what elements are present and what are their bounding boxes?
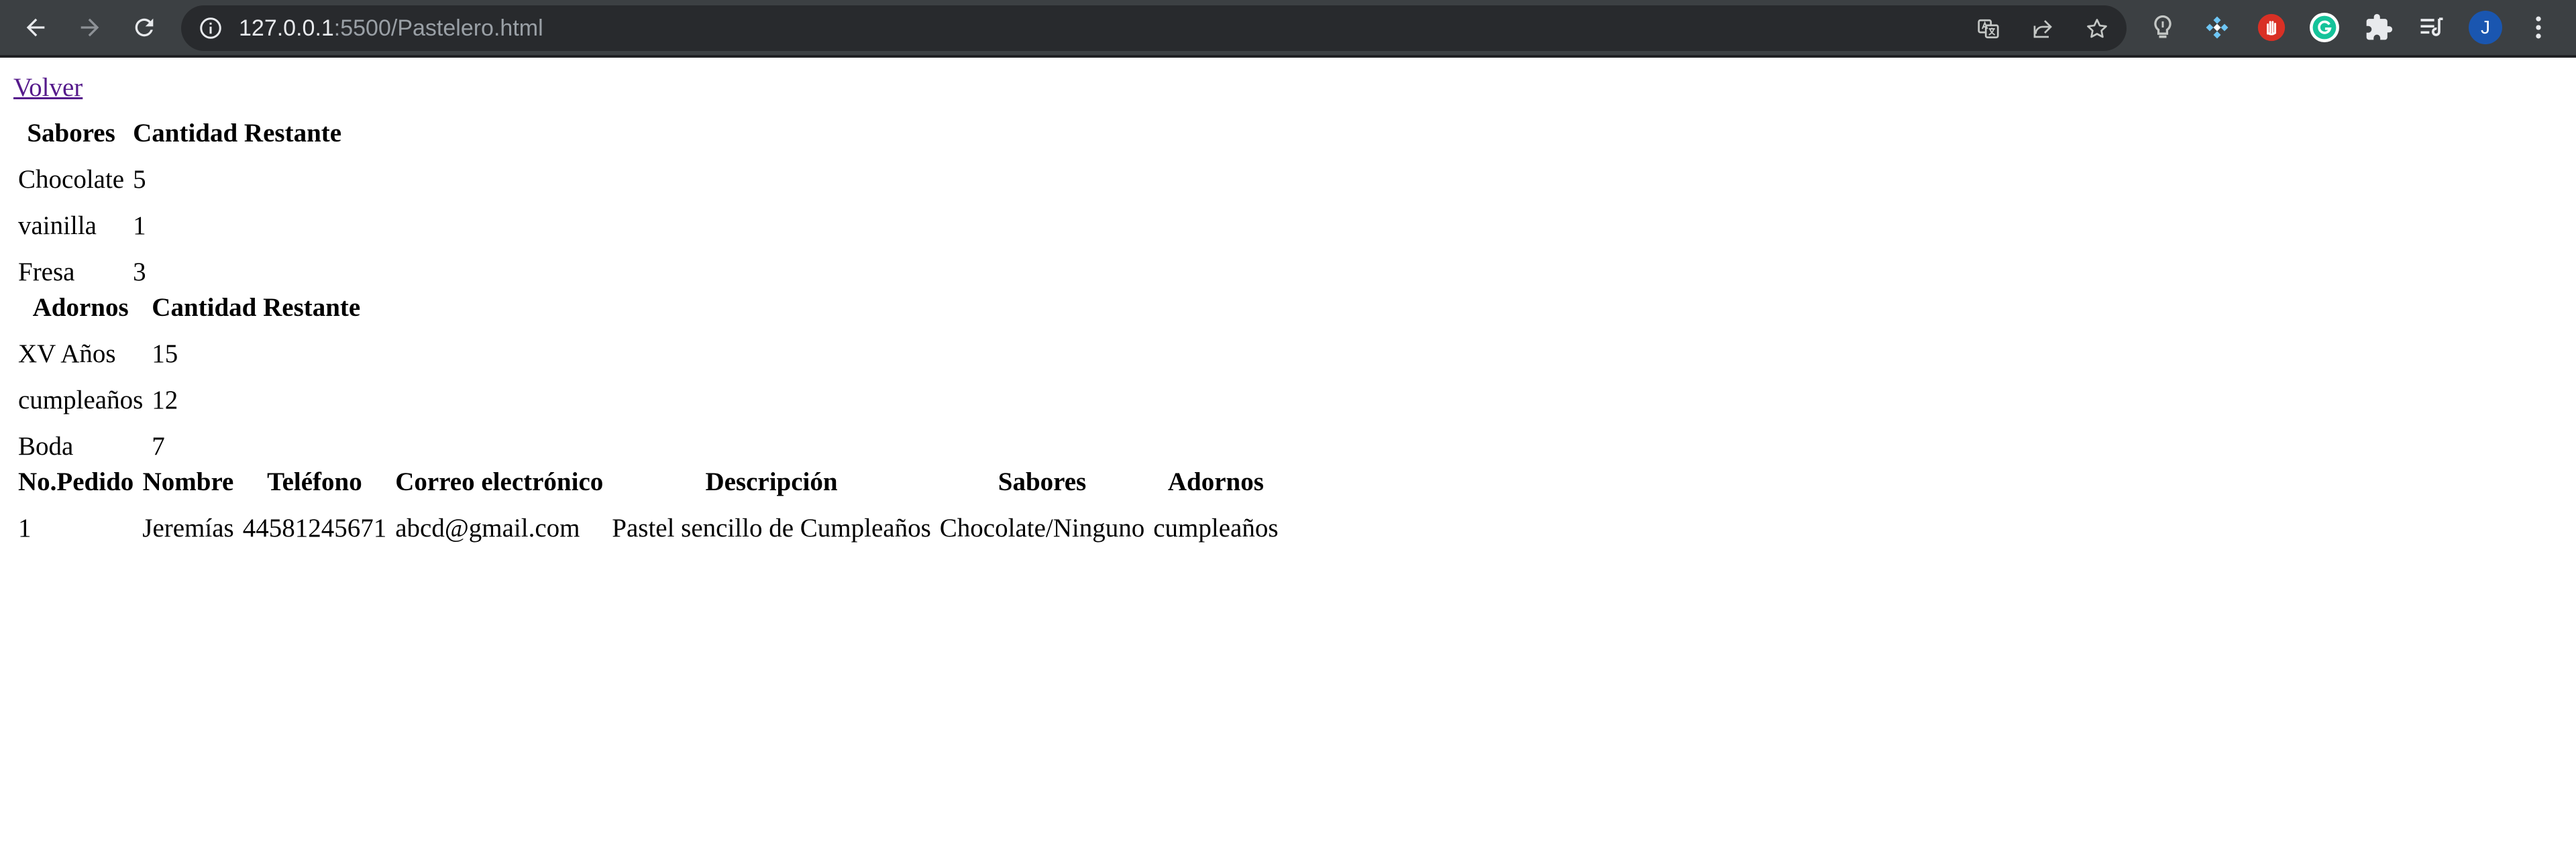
column-header-nombre: Nombre	[142, 467, 234, 496]
kebab-menu-icon[interactable]	[2524, 13, 2553, 42]
column-header-correo: Correo electrónico	[395, 467, 604, 496]
puzzle-blue-extension-button[interactable]	[2202, 13, 2232, 42]
browser-toolbar: 127.0.0.1:5500/Pastelero.html J	[0, 0, 2576, 58]
reading-list-button[interactable]	[2417, 13, 2447, 42]
table-row: vainilla 1	[15, 205, 344, 247]
table-header-row: Adornos Cantidad Restante	[15, 286, 363, 329]
adornos-table: Adornos Cantidad Restante XV Años 15 cum…	[12, 283, 366, 471]
lightbulb-extension-button[interactable]	[2148, 13, 2178, 42]
table-cell: 1	[133, 211, 146, 240]
column-header-adornos: Adornos	[1167, 467, 1264, 496]
table-row: 1 Jeremías 44581245671 abcd@gmail.com Pa…	[15, 507, 1281, 550]
reading-list-icon	[2420, 17, 2443, 36]
sabores-table: Sabores Cantidad Restante Chocolate 5 va…	[12, 109, 347, 297]
extensions-puzzle-icon	[2366, 13, 2393, 40]
table-row: XV Años 15	[15, 333, 363, 376]
url-path: :5500/Pastelero.html	[333, 15, 543, 41]
column-header-cantidad-restante: Cantidad Restante	[152, 293, 361, 322]
profile-avatar[interactable]: J	[2469, 11, 2502, 44]
grammarly-icon	[2310, 13, 2339, 42]
table-cell: 5	[133, 165, 146, 194]
table-cell: Chocolate	[18, 165, 125, 194]
table-cell: XV Años	[18, 339, 116, 368]
translate-icon[interactable]	[1976, 17, 2000, 41]
table-header-row: No.Pedido Nombre Teléfono Correo electró…	[15, 461, 1281, 504]
back-button[interactable]	[17, 9, 54, 46]
forward-button[interactable]	[71, 9, 109, 46]
red-hand-extension-icon	[2257, 13, 2286, 42]
table-header-row: Sabores Cantidad Restante	[15, 112, 344, 155]
table-cell: Chocolate/Ninguno	[939, 514, 1145, 543]
back-arrow-icon	[26, 18, 45, 37]
table-cell: 15	[152, 339, 178, 368]
lightbulb-extension-icon	[2154, 15, 2171, 38]
column-header-sabores: Sabores	[998, 467, 1087, 496]
url-host: 127.0.0.1	[239, 15, 334, 41]
column-header-telefono: Teléfono	[267, 467, 362, 496]
grammarly-button[interactable]	[2310, 13, 2339, 42]
pedidos-table: No.Pedido Nombre Teléfono Correo electró…	[12, 457, 1285, 553]
column-header-no-pedido: No.Pedido	[18, 467, 134, 496]
column-header-adornos: Adornos	[32, 293, 129, 322]
column-header-sabores: Sabores	[27, 119, 115, 148]
table-cell: 44581245671	[242, 514, 387, 543]
table-cell: Pastel sencillo de Cumpleaños	[612, 514, 931, 543]
extensions-button[interactable]	[2364, 13, 2394, 42]
volver-link[interactable]: Volver	[13, 72, 83, 103]
address-bar[interactable]: 127.0.0.1:5500/Pastelero.html	[181, 5, 2127, 51]
table-cell: 12	[152, 386, 178, 414]
table-row: Chocolate 5	[15, 158, 344, 201]
table-cell: cumpleaños	[18, 386, 144, 414]
forward-arrow-icon	[80, 18, 99, 37]
page-content: Volver Sabores Cantidad Restante Chocola…	[0, 58, 2576, 843]
bookmark-star-icon[interactable]	[2085, 17, 2109, 41]
table-cell: Jeremías	[142, 514, 234, 543]
reload-button[interactable]	[125, 9, 163, 46]
table-cell: abcd@gmail.com	[395, 514, 580, 543]
table-cell: vainilla	[18, 211, 97, 240]
table-cell: cumpleaños	[1153, 514, 1279, 543]
url-text[interactable]: 127.0.0.1:5500/Pastelero.html	[239, 17, 543, 40]
column-header-descripcion: Descripción	[705, 467, 838, 496]
red-hand-extension-button[interactable]	[2257, 13, 2286, 42]
puzzle-blue-extension-icon	[2206, 16, 2229, 39]
table-cell: 1	[18, 514, 32, 543]
column-header-cantidad-restante: Cantidad Restante	[133, 119, 342, 148]
reload-icon	[135, 18, 154, 37]
share-icon[interactable]	[2031, 17, 2055, 41]
site-info-icon[interactable]	[199, 16, 223, 40]
table-row: cumpleaños 12	[15, 379, 363, 422]
